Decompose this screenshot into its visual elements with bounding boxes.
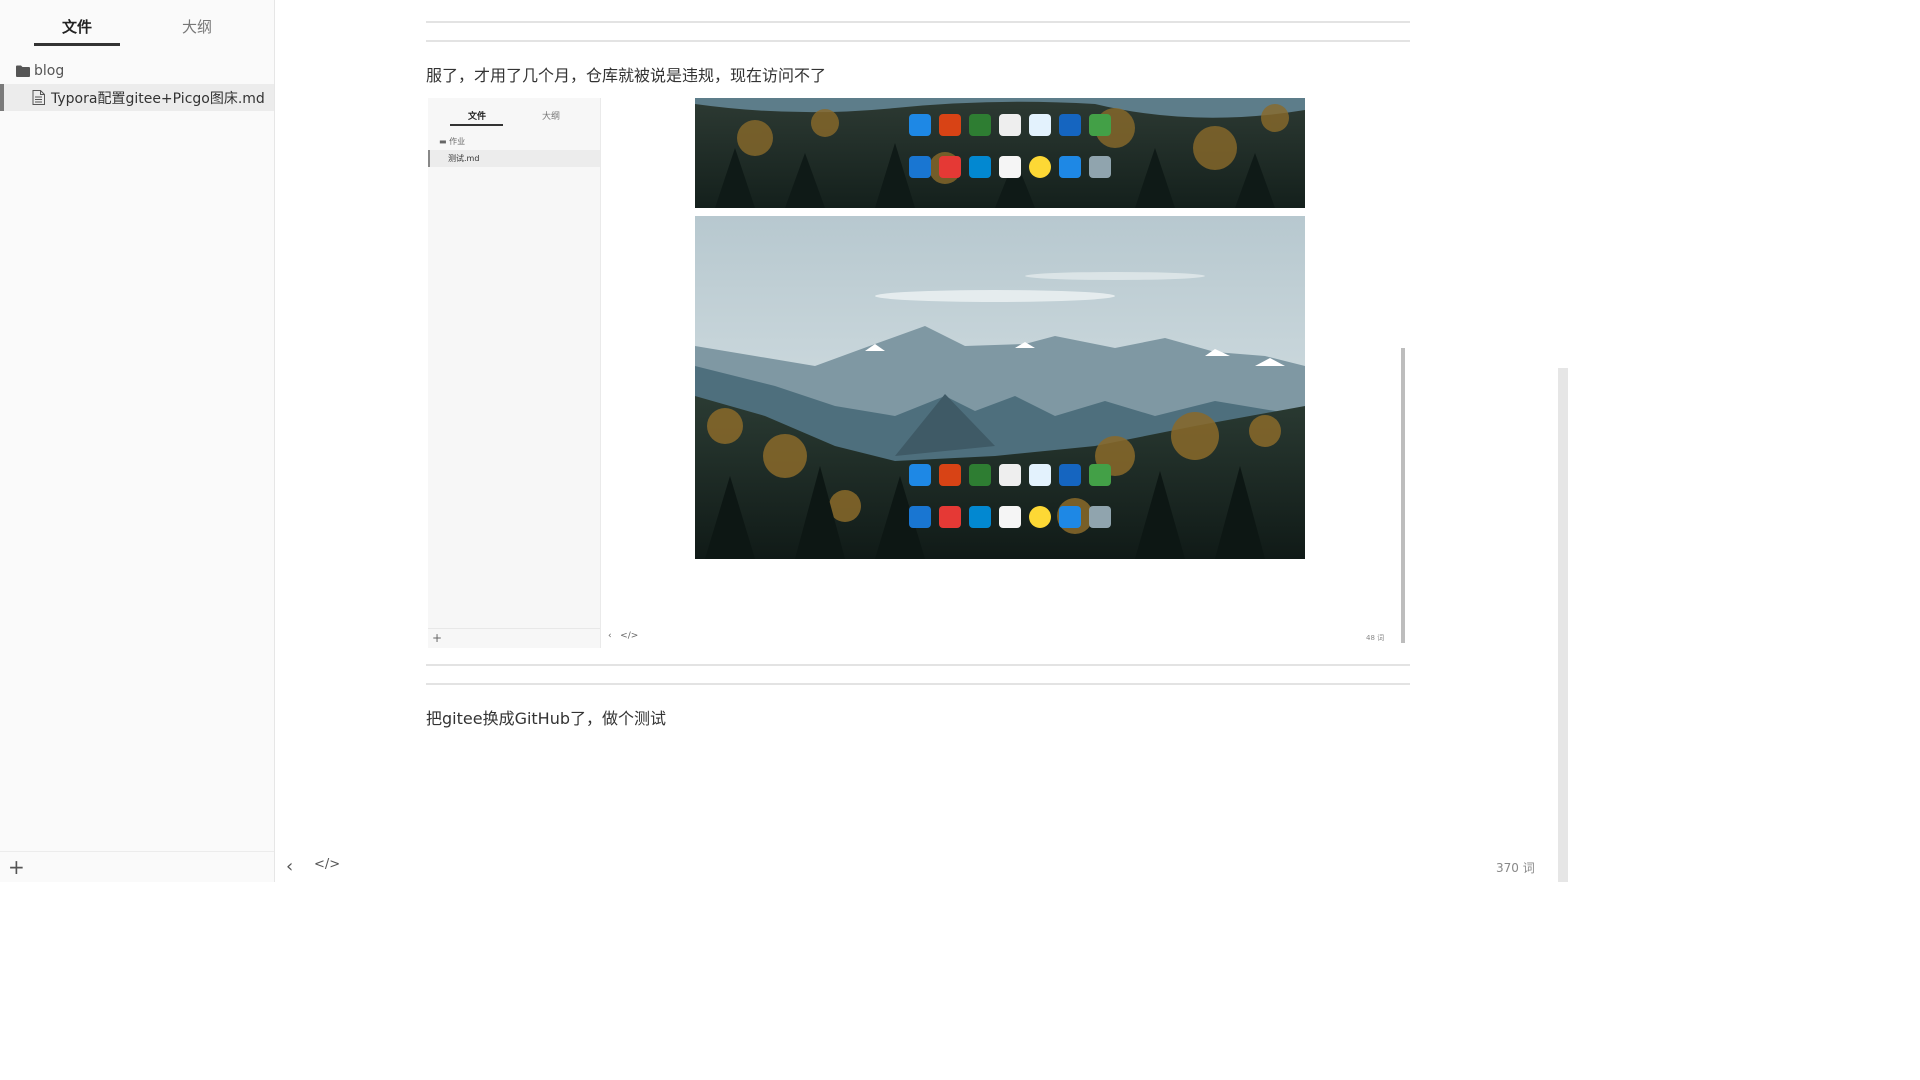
desktop-wallpaper-photo bbox=[695, 216, 1305, 559]
embedded-tab-outline: 大纲 bbox=[542, 112, 561, 122]
horizontal-rule bbox=[426, 664, 1410, 666]
paragraph-text: 服了，才用了几个月，仓库就被说是违规，现在访问不了 bbox=[426, 66, 827, 85]
embedded-sidebar: 文件 大纲 ▬ 作业 测试.md + bbox=[428, 98, 601, 648]
file-item-active[interactable]: Typora配置gitee+Picgo图床.md bbox=[0, 84, 274, 111]
paragraph-text: 把gitee换成GitHub了，做个测试 bbox=[426, 709, 667, 728]
document-icon bbox=[32, 90, 45, 105]
desktop-icons-row-1 bbox=[909, 114, 1111, 136]
horizontal-rule bbox=[426, 683, 1410, 685]
embedded-active-marker bbox=[428, 150, 430, 167]
tab-outline[interactable]: 大纲 bbox=[154, 16, 240, 37]
folder-label: blog bbox=[34, 63, 65, 79]
embedded-tab-files: 文件 bbox=[468, 112, 487, 122]
embedded-file-label: 测试.md bbox=[448, 154, 480, 163]
sidebar-footer: + bbox=[0, 851, 274, 882]
sidebar-tabs: 文件 大纲 bbox=[0, 0, 274, 48]
embedded-footer-divider bbox=[428, 628, 600, 629]
embedded-screenshot-image: 文件 大纲 ▬ 作业 测试.md + ‹ </> 48 词 bbox=[428, 98, 1408, 650]
source-code-mode-icon[interactable]: </> bbox=[314, 857, 340, 872]
folder-icon bbox=[16, 65, 30, 77]
active-tab-indicator bbox=[34, 43, 120, 46]
embedded-file-item: 测试.md bbox=[428, 150, 600, 167]
editor-scrollbar[interactable] bbox=[1558, 368, 1568, 882]
file-sidebar: 文件 大纲 blog Typora配置gitee+Picgo图床.md + bbox=[0, 0, 275, 882]
folder-icon: ▬ bbox=[439, 137, 447, 146]
word-count[interactable]: 370 词 bbox=[1496, 859, 1535, 876]
embedded-folder-label: 作业 bbox=[449, 137, 466, 146]
embedded-nav-icons: ‹ </> bbox=[608, 631, 639, 641]
folder-item-blog[interactable]: blog bbox=[16, 60, 64, 82]
embedded-scrollbar bbox=[1401, 348, 1405, 643]
horizontal-rule bbox=[426, 40, 1410, 42]
editor-area[interactable]: 服了，才用了几个月，仓库就被说是违规，现在访问不了 文件 大纲 ▬ 作业 测试.… bbox=[276, 0, 1568, 882]
chevron-left-icon[interactable]: ‹ bbox=[286, 856, 293, 877]
desktop-wallpaper-photo-cropped bbox=[695, 98, 1305, 208]
active-file-marker bbox=[0, 84, 4, 111]
tab-files[interactable]: 文件 bbox=[34, 16, 120, 37]
horizontal-rule bbox=[426, 21, 1410, 23]
plus-icon[interactable]: + bbox=[8, 856, 25, 878]
embedded-word-count: 48 词 bbox=[1366, 634, 1385, 642]
file-label: Typora配置gitee+Picgo图床.md bbox=[51, 90, 265, 107]
plus-icon: + bbox=[432, 631, 443, 645]
desktop-icons-row-2 bbox=[909, 156, 1111, 178]
desktop-icons-row-1-main bbox=[909, 464, 1111, 486]
embedded-tab-indicator bbox=[450, 124, 503, 126]
desktop-icons-row-2-main bbox=[909, 506, 1111, 528]
embedded-folder: ▬ 作业 bbox=[439, 136, 465, 147]
